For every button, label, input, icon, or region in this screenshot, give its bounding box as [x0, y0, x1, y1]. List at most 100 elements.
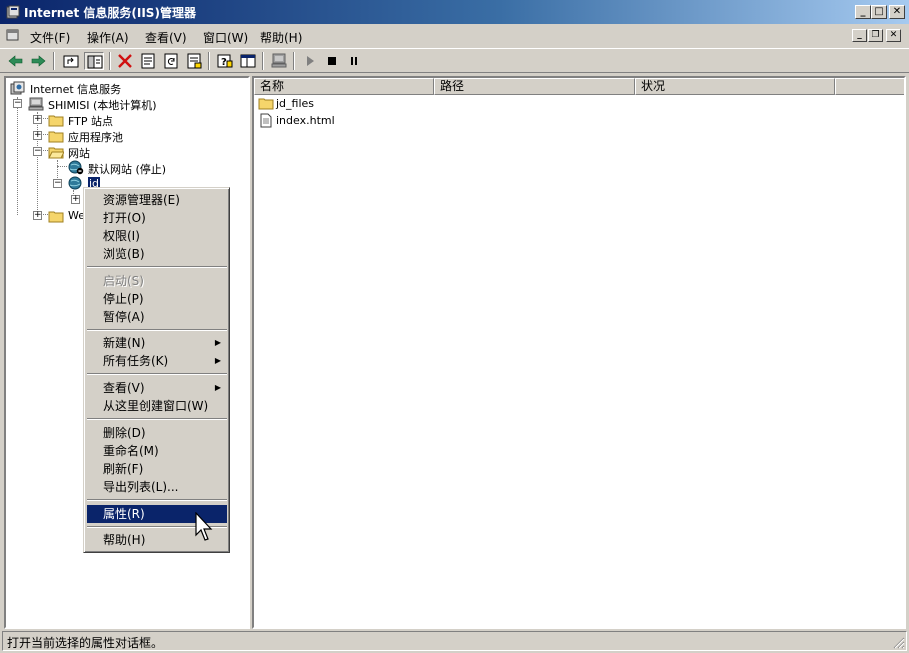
- computer-icon: [28, 97, 44, 111]
- tree-websites[interactable]: − 网站: [8, 144, 248, 160]
- menu-help[interactable]: 帮助(H): [260, 29, 302, 46]
- menu-action[interactable]: 操作(A): [87, 29, 129, 46]
- menu-window[interactable]: 窗口(W): [203, 29, 248, 46]
- collapse-icon[interactable]: −: [53, 179, 62, 188]
- expand-icon[interactable]: +: [33, 115, 42, 124]
- tree-computer[interactable]: − SHIMISI (本地计算机): [8, 96, 248, 112]
- console-icon[interactable]: [238, 52, 258, 70]
- expand-icon[interactable]: +: [71, 195, 80, 204]
- folder-open-icon: [48, 145, 65, 159]
- mdi-restore-button[interactable]: ❐: [868, 29, 883, 42]
- globe-icon: [68, 176, 84, 190]
- ctx-permissions[interactable]: 权限(I): [87, 227, 227, 245]
- menu-separator: [87, 499, 227, 501]
- pause-icon[interactable]: [344, 52, 364, 70]
- play-icon[interactable]: [300, 52, 320, 70]
- show-hide-tree-icon[interactable]: [84, 52, 104, 70]
- ctx-all-tasks-label: 所有任务(K): [103, 354, 169, 368]
- tree-label-root: Internet 信息服务: [30, 83, 122, 96]
- column-header-name[interactable]: 名称: [254, 78, 434, 95]
- maximize-button[interactable]: □: [871, 5, 887, 19]
- ctx-new-window[interactable]: 从这里创建窗口(W): [87, 397, 227, 415]
- list-item-name: index.html: [276, 114, 335, 127]
- ctx-explorer[interactable]: 资源管理器(E): [87, 191, 227, 209]
- export-list-icon[interactable]: [184, 52, 204, 70]
- list-item-name: jd_files: [276, 97, 315, 110]
- expand-icon[interactable]: +: [33, 131, 42, 140]
- mdi-close-button[interactable]: ✕: [886, 29, 901, 42]
- menu-bar: 文件(F) 操作(A) 查看(V) 窗口(W) 帮助(H) _ ❐ ✕: [0, 25, 909, 47]
- menu-separator: [87, 418, 227, 420]
- ctx-browse[interactable]: 浏览(B): [87, 245, 227, 263]
- refresh-icon[interactable]: [161, 52, 181, 70]
- tree-app-pools[interactable]: + 应用程序池: [8, 128, 248, 144]
- toolbar-separator: [208, 52, 210, 70]
- tree-default-site[interactable]: 默认网站 (停止): [8, 160, 248, 176]
- minimize-button[interactable]: _: [855, 5, 871, 19]
- tree-jd-child[interactable]: +: [8, 192, 88, 208]
- toolbar-separator: [262, 52, 264, 70]
- ctx-view-label: 查看(V): [103, 381, 145, 395]
- status-bar: 打开当前选择的属性对话框。: [2, 631, 907, 651]
- ctx-start: 启动(S): [103, 274, 144, 288]
- list-pane[interactable]: 名称 路径 状况 jd_files index.html: [252, 76, 906, 629]
- stop-icon[interactable]: [322, 52, 342, 70]
- submenu-arrow-icon: ▶: [214, 383, 221, 392]
- ctx-refresh[interactable]: 刷新(F): [87, 460, 227, 478]
- console-window-icon[interactable]: [6, 28, 20, 42]
- mouse-cursor-icon: [195, 511, 215, 544]
- list-item[interactable]: jd_files: [256, 96, 426, 112]
- folder-icon: [48, 209, 64, 223]
- folder-icon: [48, 113, 64, 127]
- resize-grip-icon[interactable]: [893, 637, 905, 649]
- toolbar: ?: [0, 48, 909, 73]
- mdi-minimize-button[interactable]: _: [852, 29, 867, 42]
- delete-x-icon[interactable]: [115, 52, 135, 70]
- back-arrow-icon[interactable]: [6, 52, 26, 70]
- ctx-all-tasks[interactable]: 所有任务(K) ▶: [87, 352, 227, 370]
- column-header-blank: [835, 78, 904, 95]
- ctx-open[interactable]: 打开(O): [87, 209, 227, 227]
- toolbar-separator: [53, 52, 55, 70]
- svg-text:?: ?: [221, 57, 227, 68]
- iis-icon: [10, 81, 26, 95]
- ctx-new[interactable]: 新建(N) ▶: [87, 334, 227, 352]
- collapse-icon[interactable]: −: [13, 99, 22, 108]
- help-icon[interactable]: ?: [215, 52, 235, 70]
- ctx-delete[interactable]: 删除(D): [87, 424, 227, 442]
- close-button[interactable]: ✕: [889, 5, 905, 19]
- ctx-export[interactable]: 导出列表(L)...: [87, 478, 227, 496]
- menu-separator: [87, 329, 227, 331]
- menu-view[interactable]: 查看(V): [145, 29, 187, 46]
- properties-icon[interactable]: [138, 52, 158, 70]
- window-title: Internet 信息服务(IIS)管理器: [24, 6, 196, 20]
- ctx-view[interactable]: 查看(V) ▶: [87, 379, 227, 397]
- list-item[interactable]: index.html: [256, 113, 426, 129]
- ctx-pause[interactable]: 暂停(A): [87, 308, 227, 326]
- ctx-rename[interactable]: 重命名(M): [87, 442, 227, 460]
- menu-separator: [87, 266, 227, 268]
- collapse-icon[interactable]: −: [33, 147, 42, 156]
- tree-ftp-sites[interactable]: + FTP 站点: [8, 112, 248, 128]
- tree-root[interactable]: Internet 信息服务: [8, 80, 248, 96]
- submenu-arrow-icon: ▶: [214, 338, 221, 347]
- status-text: 打开当前选择的属性对话框。: [7, 636, 164, 650]
- submenu-arrow-icon: ▶: [214, 356, 221, 365]
- iis-manager-icon: [6, 5, 20, 19]
- ctx-stop[interactable]: 停止(P): [87, 290, 227, 308]
- context-menu: 资源管理器(E) 打开(O) 权限(I) 浏览(B) 启动(S) 停止(P) 暂…: [83, 187, 230, 553]
- title-bar[interactable]: Internet 信息服务(IIS)管理器 _ □ ✕: [0, 0, 909, 24]
- expand-icon[interactable]: +: [33, 211, 42, 220]
- column-header-status[interactable]: 状况: [635, 78, 835, 95]
- menu-file[interactable]: 文件(F): [30, 29, 70, 46]
- tree-label-default-site: 默认网站 (停止): [88, 163, 167, 176]
- column-header-path[interactable]: 路径: [434, 78, 635, 95]
- forward-arrow-icon[interactable]: [28, 52, 48, 70]
- stopped-globe-icon: [68, 160, 84, 175]
- tree-label-websites: 网站: [68, 147, 90, 160]
- folder-icon: [258, 96, 274, 111]
- up-folder-icon[interactable]: [61, 52, 81, 70]
- ctx-new-label: 新建(N): [103, 336, 146, 350]
- toolbar-separator: [109, 52, 111, 70]
- computer-icon[interactable]: [269, 52, 289, 70]
